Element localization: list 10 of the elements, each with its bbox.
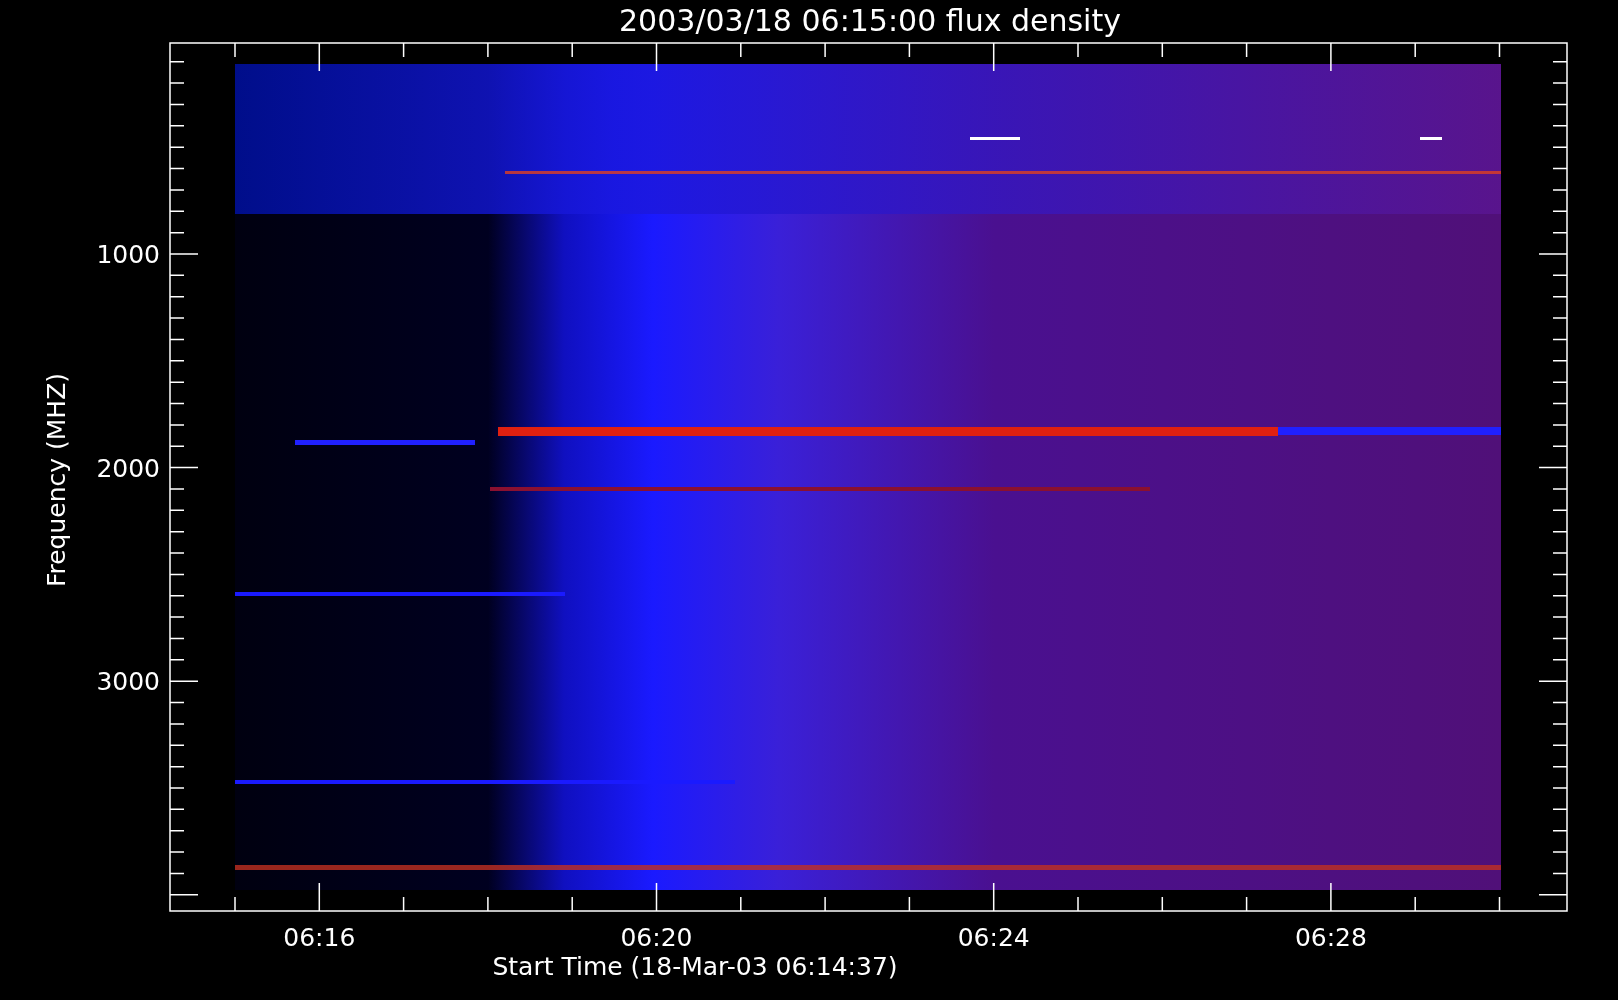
tick-label: 06:16 [283,923,356,952]
tick-label: 2000 [96,453,160,483]
tick-label: 06:28 [1294,923,1367,952]
tick-label: 06:20 [620,923,693,952]
tick-label: 1000 [96,240,160,269]
plot-title: 2003/03/18 06:15:00 flux density [619,3,1121,38]
tick-label: 3000 [96,667,160,697]
tick-label: 06:24 [957,923,1030,952]
axis-label: Frequency (MHZ) [42,372,71,588]
axis-label: Start Time (18-Mar-03 06:14:37) [492,952,898,981]
